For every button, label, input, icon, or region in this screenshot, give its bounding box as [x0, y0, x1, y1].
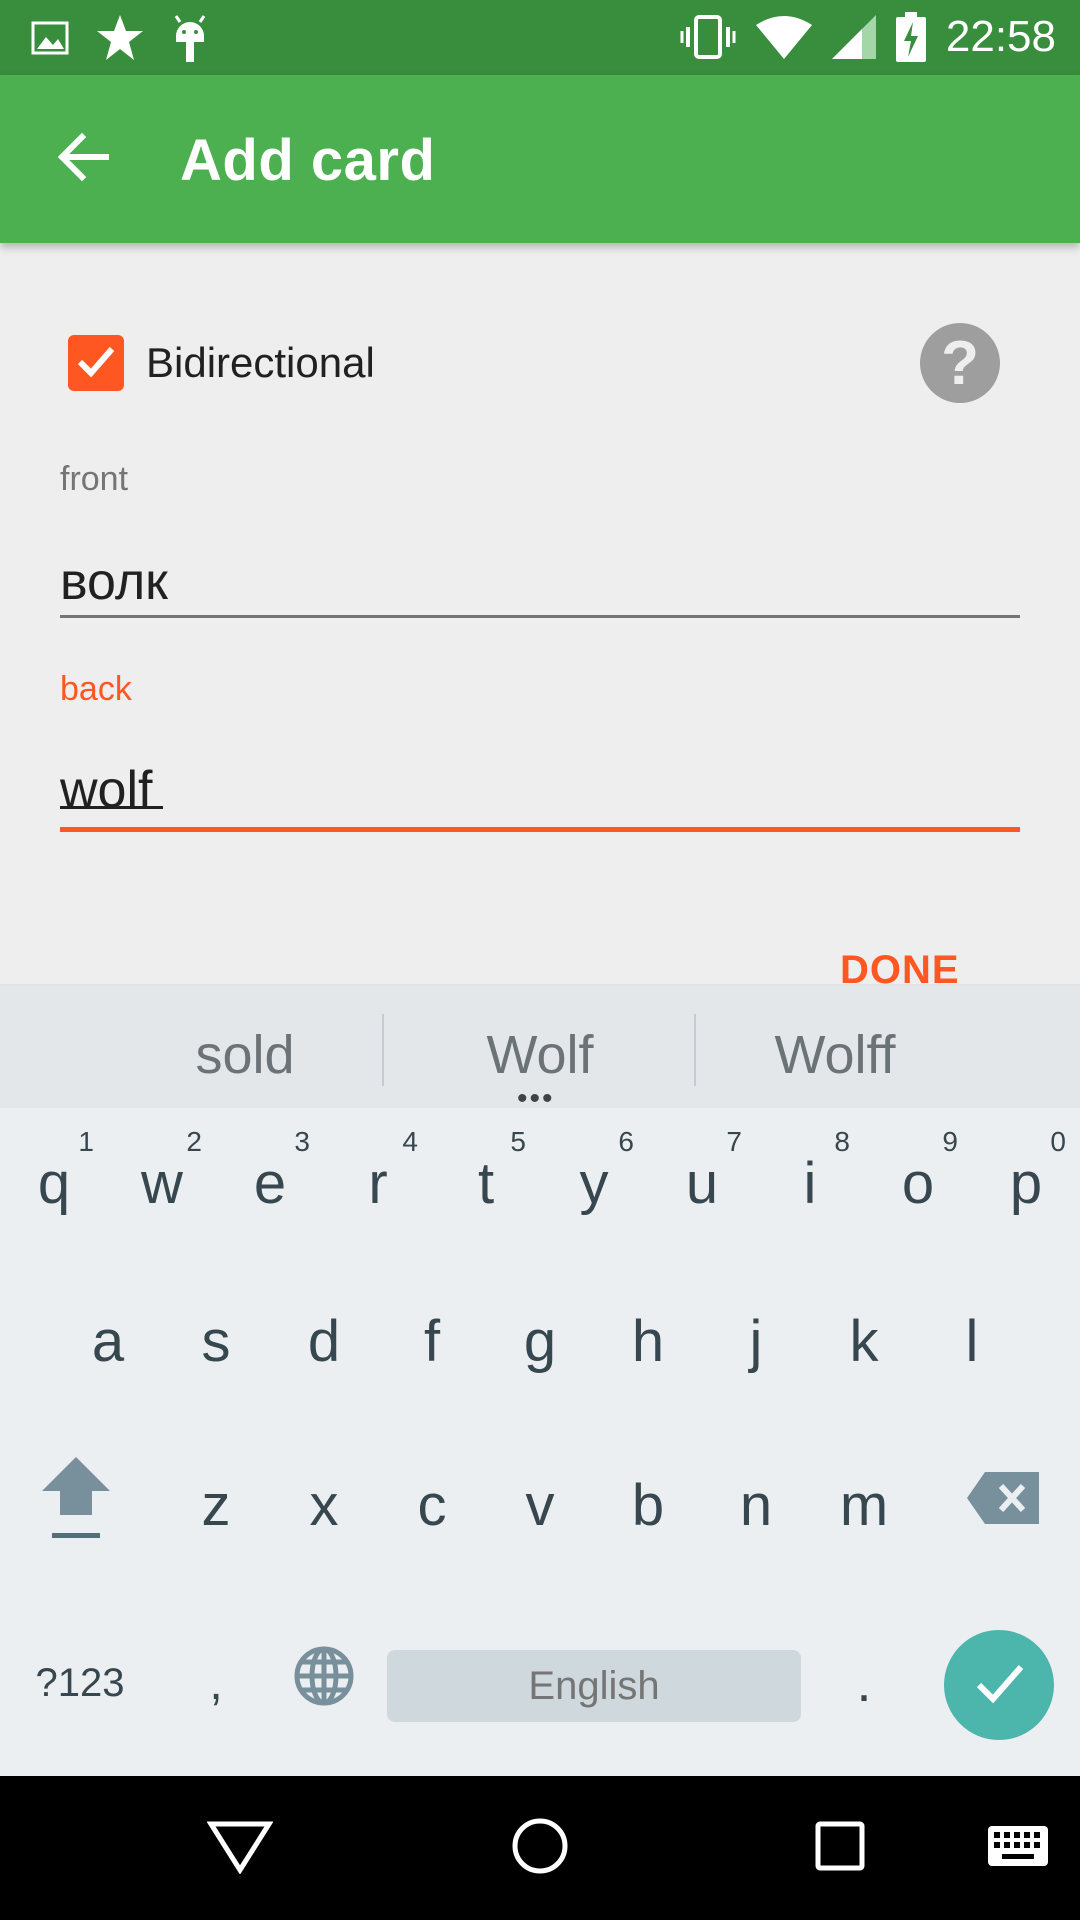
key-m[interactable]: m	[810, 1430, 918, 1580]
key-label: t	[477, 1150, 495, 1216]
back-triangle-icon	[206, 1818, 274, 1879]
comma-key[interactable]: ,	[162, 1608, 270, 1758]
key-w[interactable]: w2	[108, 1108, 216, 1258]
globe-icon	[293, 1645, 355, 1721]
key-hint: 1	[78, 1126, 94, 1157]
home-circle-icon	[510, 1816, 570, 1881]
wifi-icon	[755, 15, 812, 59]
key-hint: 0	[1050, 1126, 1066, 1157]
question-icon: ?	[941, 328, 979, 398]
key-x[interactable]: x	[270, 1430, 378, 1580]
vibrate-icon	[680, 13, 736, 61]
nav-home-button[interactable]	[490, 1798, 590, 1898]
app-bar: Add card	[0, 75, 1080, 243]
key-t[interactable]: t5	[432, 1108, 540, 1258]
checkmark-icon	[74, 339, 118, 388]
suggestion-3[interactable]: Wolff	[730, 1024, 940, 1086]
soft-keyboard: sold Wolf Wolff ••• q1 w2 e3 r4 t5 y6 u7…	[0, 984, 1080, 1776]
shift-icon	[38, 1453, 114, 1557]
suggestion-1[interactable]: sold	[140, 1024, 350, 1086]
key-p[interactable]: p0	[972, 1108, 1080, 1258]
help-button[interactable]: ?	[920, 323, 1000, 403]
recents-square-icon	[814, 1820, 866, 1877]
key-g[interactable]: g	[486, 1266, 594, 1416]
key-label: o	[901, 1150, 935, 1216]
keyboard-icon	[986, 1822, 1050, 1875]
key-s[interactable]: s	[162, 1266, 270, 1416]
backspace-key[interactable]	[948, 1430, 1060, 1580]
key-label: r	[368, 1150, 388, 1216]
android-icon	[170, 12, 210, 64]
shift-key[interactable]	[20, 1430, 132, 1580]
period-key[interactable]: .	[810, 1608, 918, 1758]
key-hint: 6	[618, 1126, 634, 1157]
key-d[interactable]: d	[270, 1266, 378, 1416]
key-hint: 2	[186, 1126, 202, 1157]
nav-recents-button[interactable]	[790, 1798, 890, 1898]
key-o[interactable]: o9	[864, 1108, 972, 1258]
arrow-back-icon	[57, 131, 110, 188]
key-label: i	[803, 1150, 817, 1216]
signal-icon	[831, 15, 876, 59]
navigation-bar	[0, 1776, 1080, 1920]
bidirectional-row[interactable]: Bidirectional	[68, 335, 375, 391]
battery-charging-icon	[895, 12, 926, 62]
key-q[interactable]: q1	[0, 1108, 108, 1258]
key-i[interactable]: i8	[756, 1108, 864, 1258]
key-label: w	[141, 1150, 183, 1216]
key-h[interactable]: h	[594, 1266, 702, 1416]
key-hint: 8	[834, 1126, 850, 1157]
suggestion-divider	[694, 1014, 696, 1086]
key-z[interactable]: z	[162, 1430, 270, 1580]
back-field[interactable]	[60, 752, 1020, 832]
composing-underline	[60, 806, 163, 809]
status-bar: 22:58	[0, 0, 1080, 75]
language-key[interactable]	[270, 1608, 378, 1758]
key-l[interactable]: l	[918, 1266, 1026, 1416]
key-b[interactable]: b	[594, 1430, 702, 1580]
key-r[interactable]: r4	[324, 1108, 432, 1258]
bidirectional-label: Bidirectional	[146, 339, 375, 386]
key-label: e	[253, 1150, 287, 1216]
page-title: Add card	[180, 128, 436, 193]
back-button[interactable]	[44, 119, 124, 199]
key-u[interactable]: u7	[648, 1108, 756, 1258]
more-suggestions-dots[interactable]: •••	[517, 1084, 555, 1114]
key-label: y	[579, 1150, 609, 1216]
front-label: front	[60, 460, 129, 498]
backspace-icon	[967, 1470, 1041, 1540]
symbols-key[interactable]: ?123	[10, 1608, 150, 1758]
star-icon	[94, 12, 146, 64]
enter-button[interactable]	[944, 1630, 1054, 1740]
key-v[interactable]: v	[486, 1430, 594, 1580]
key-e[interactable]: e3	[216, 1108, 324, 1258]
back-label: back	[60, 670, 132, 708]
suggestion-strip: sold Wolf Wolff •••	[0, 986, 1080, 1114]
key-f[interactable]: f	[378, 1266, 486, 1416]
image-icon	[30, 18, 70, 58]
key-hint: 9	[942, 1126, 958, 1157]
key-label: u	[685, 1150, 719, 1216]
key-a[interactable]: a	[54, 1266, 162, 1416]
check-icon	[971, 1655, 1027, 1716]
key-hint: 7	[726, 1126, 742, 1157]
key-n[interactable]: n	[702, 1430, 810, 1580]
key-label: p	[1009, 1150, 1043, 1216]
key-j[interactable]: j	[702, 1266, 810, 1416]
key-hint: 3	[294, 1126, 310, 1157]
key-y[interactable]: y6	[540, 1108, 648, 1258]
bidirectional-checkbox[interactable]	[68, 335, 124, 391]
clock-time: 22:58	[945, 12, 1056, 61]
space-bar[interactable]: English	[387, 1650, 801, 1722]
front-field[interactable]	[60, 548, 1020, 618]
suggestion-divider	[382, 1014, 384, 1086]
nav-keyboard-button[interactable]	[968, 1798, 1068, 1898]
key-hint: 4	[402, 1126, 418, 1157]
key-hint: 5	[510, 1126, 526, 1157]
nav-back-button[interactable]	[190, 1798, 290, 1898]
suggestion-2[interactable]: Wolf	[420, 1024, 660, 1086]
key-c[interactable]: c	[378, 1430, 486, 1580]
key-label: q	[37, 1150, 71, 1216]
key-k[interactable]: k	[810, 1266, 918, 1416]
